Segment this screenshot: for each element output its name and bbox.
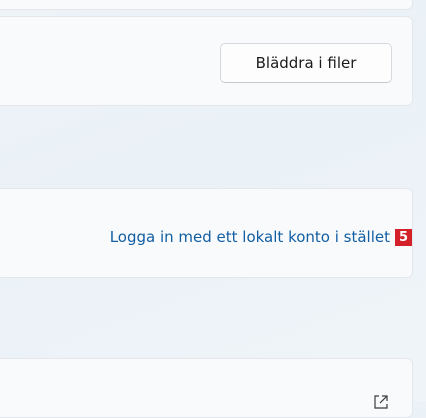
external-link-icon [372,393,390,411]
settings-card-browse: Bläddra i filer [0,16,413,106]
settings-card-bottom[interactable] [0,358,413,418]
local-account-login-link[interactable]: Logga in med ett lokalt konto i stället [110,228,390,246]
settings-card-top [0,0,413,10]
settings-card-login: Logga in med ett lokalt konto i stället … [0,188,413,278]
marker-badge: 5 [395,229,412,246]
browse-files-button[interactable]: Bläddra i filer [220,43,392,83]
